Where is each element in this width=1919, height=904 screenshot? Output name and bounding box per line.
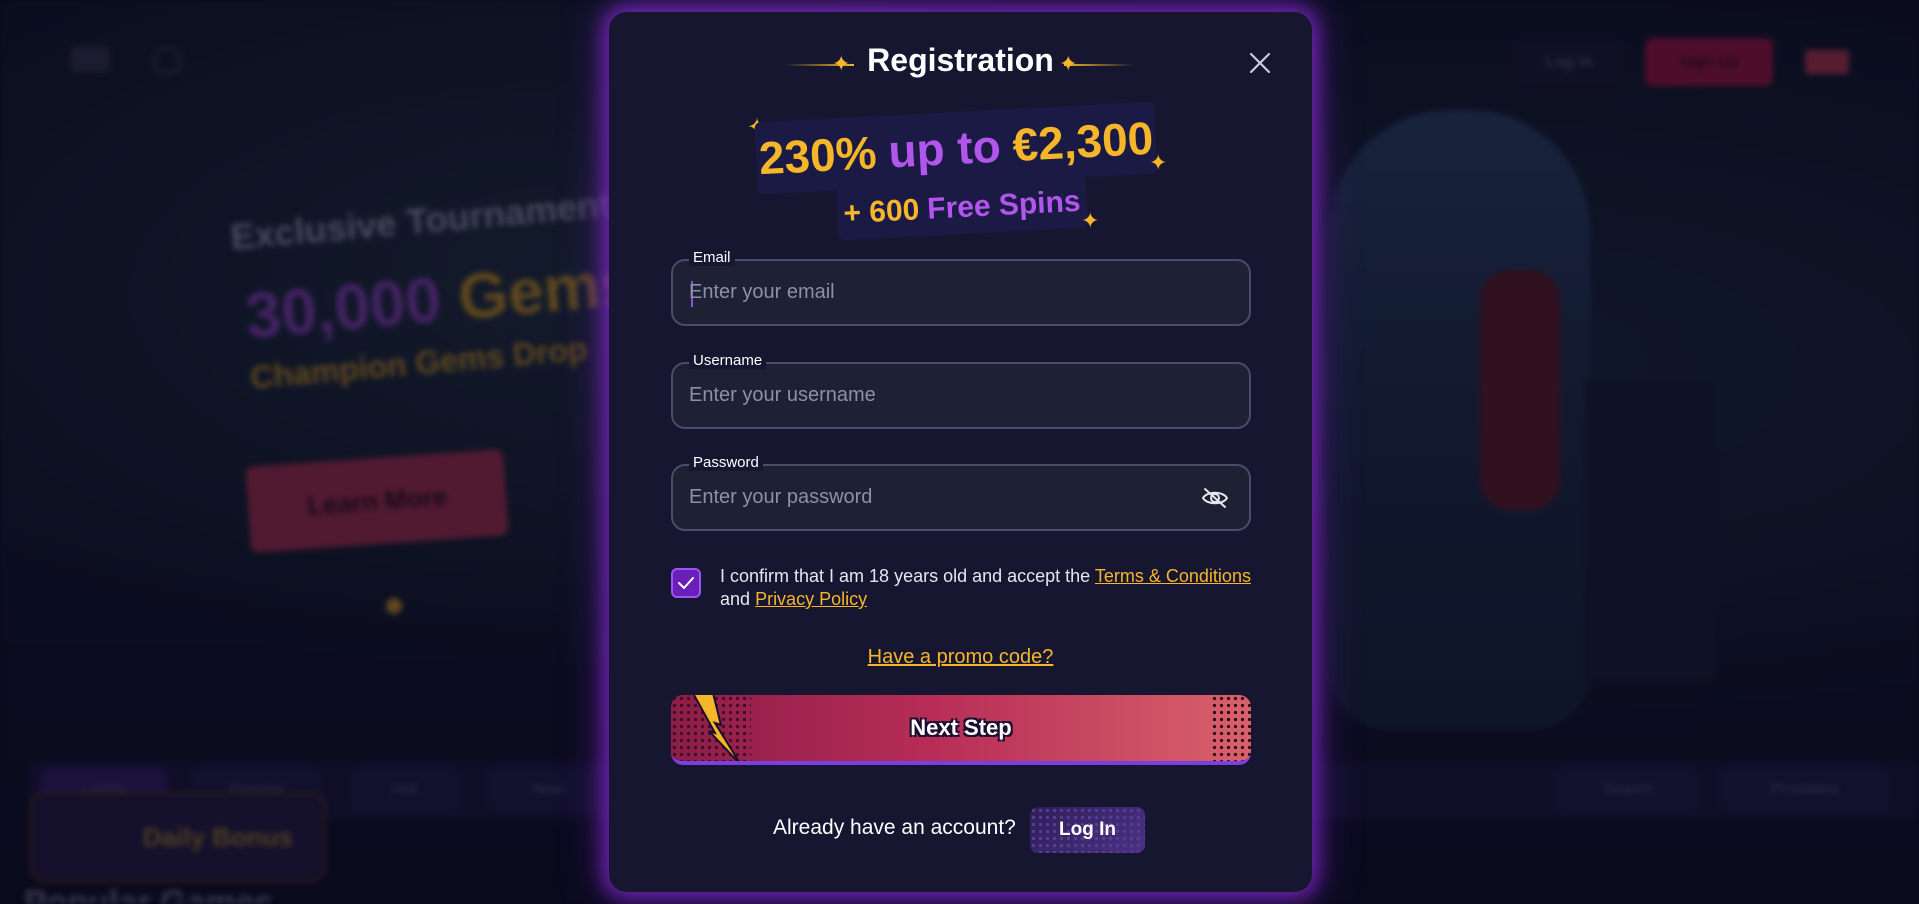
next-step-label: Next Step [910,715,1012,740]
password-field: Password [671,454,1251,531]
username-field: Username [671,352,1251,429]
already-have-account-text: Already have an account? [773,816,1016,839]
login-button[interactable]: Log In [1030,807,1145,853]
toggle-password-visibility-button[interactable] [1200,484,1230,512]
close-icon [1249,52,1271,74]
terms-checkbox[interactable] [671,568,701,598]
close-button[interactable] [1242,45,1278,81]
free-spins-label: Free Spins [926,184,1082,226]
privacy-policy-link[interactable]: Privacy Policy [755,589,867,609]
bonus-percent: 230% [757,126,878,185]
lightning-bolt-icon [692,695,740,761]
free-spins-count: + 600 [842,193,921,231]
terms-conditions-link[interactable]: Terms & Conditions [1095,566,1251,586]
next-step-button[interactable]: Next Step [671,695,1251,765]
checkmark-icon [678,577,694,589]
sparkle-icon: ✦ [1081,208,1100,233]
sparkle-icon: ✦ [1149,150,1168,175]
bonus-amount: €2,300 [1011,111,1155,171]
title-sparkle-line-right [1064,64,1134,66]
email-field: Email [671,249,1251,326]
terms-text: I confirm that I am 18 years old and acc… [720,565,1260,611]
eye-off-icon [1201,488,1229,508]
halftone-pattern [1211,695,1251,761]
promo-code-link[interactable]: Have a promo code? [609,646,1312,669]
password-input[interactable] [689,466,1189,529]
bonus-connector: up to [886,119,1002,178]
registration-modal: ✦ Registration ✦ ✦ 230% up to €2,300 ✦ +… [609,12,1312,892]
bonus-headline: 230% up to €2,300 [754,101,1158,195]
terms-text-middle: and [720,589,751,609]
terms-text-prefix: I confirm that I am 18 years old and acc… [720,566,1091,586]
username-input[interactable] [689,364,1189,427]
email-input[interactable] [689,261,1189,324]
modal-title: Registration [867,42,1054,78]
